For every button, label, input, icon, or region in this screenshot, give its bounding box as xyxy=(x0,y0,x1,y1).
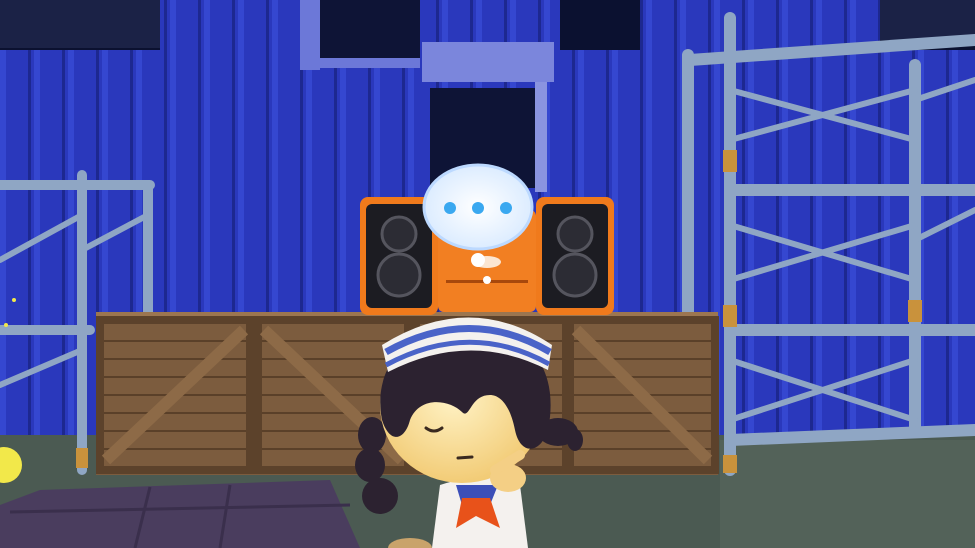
ellipsis-dot xyxy=(472,202,484,214)
ellipsis-dots xyxy=(444,202,512,214)
game-scene xyxy=(0,0,975,548)
wooden-walkway xyxy=(0,480,360,548)
ellipsis-dot xyxy=(444,202,456,214)
mouth xyxy=(456,455,474,460)
ellipsis-dot xyxy=(500,202,512,214)
